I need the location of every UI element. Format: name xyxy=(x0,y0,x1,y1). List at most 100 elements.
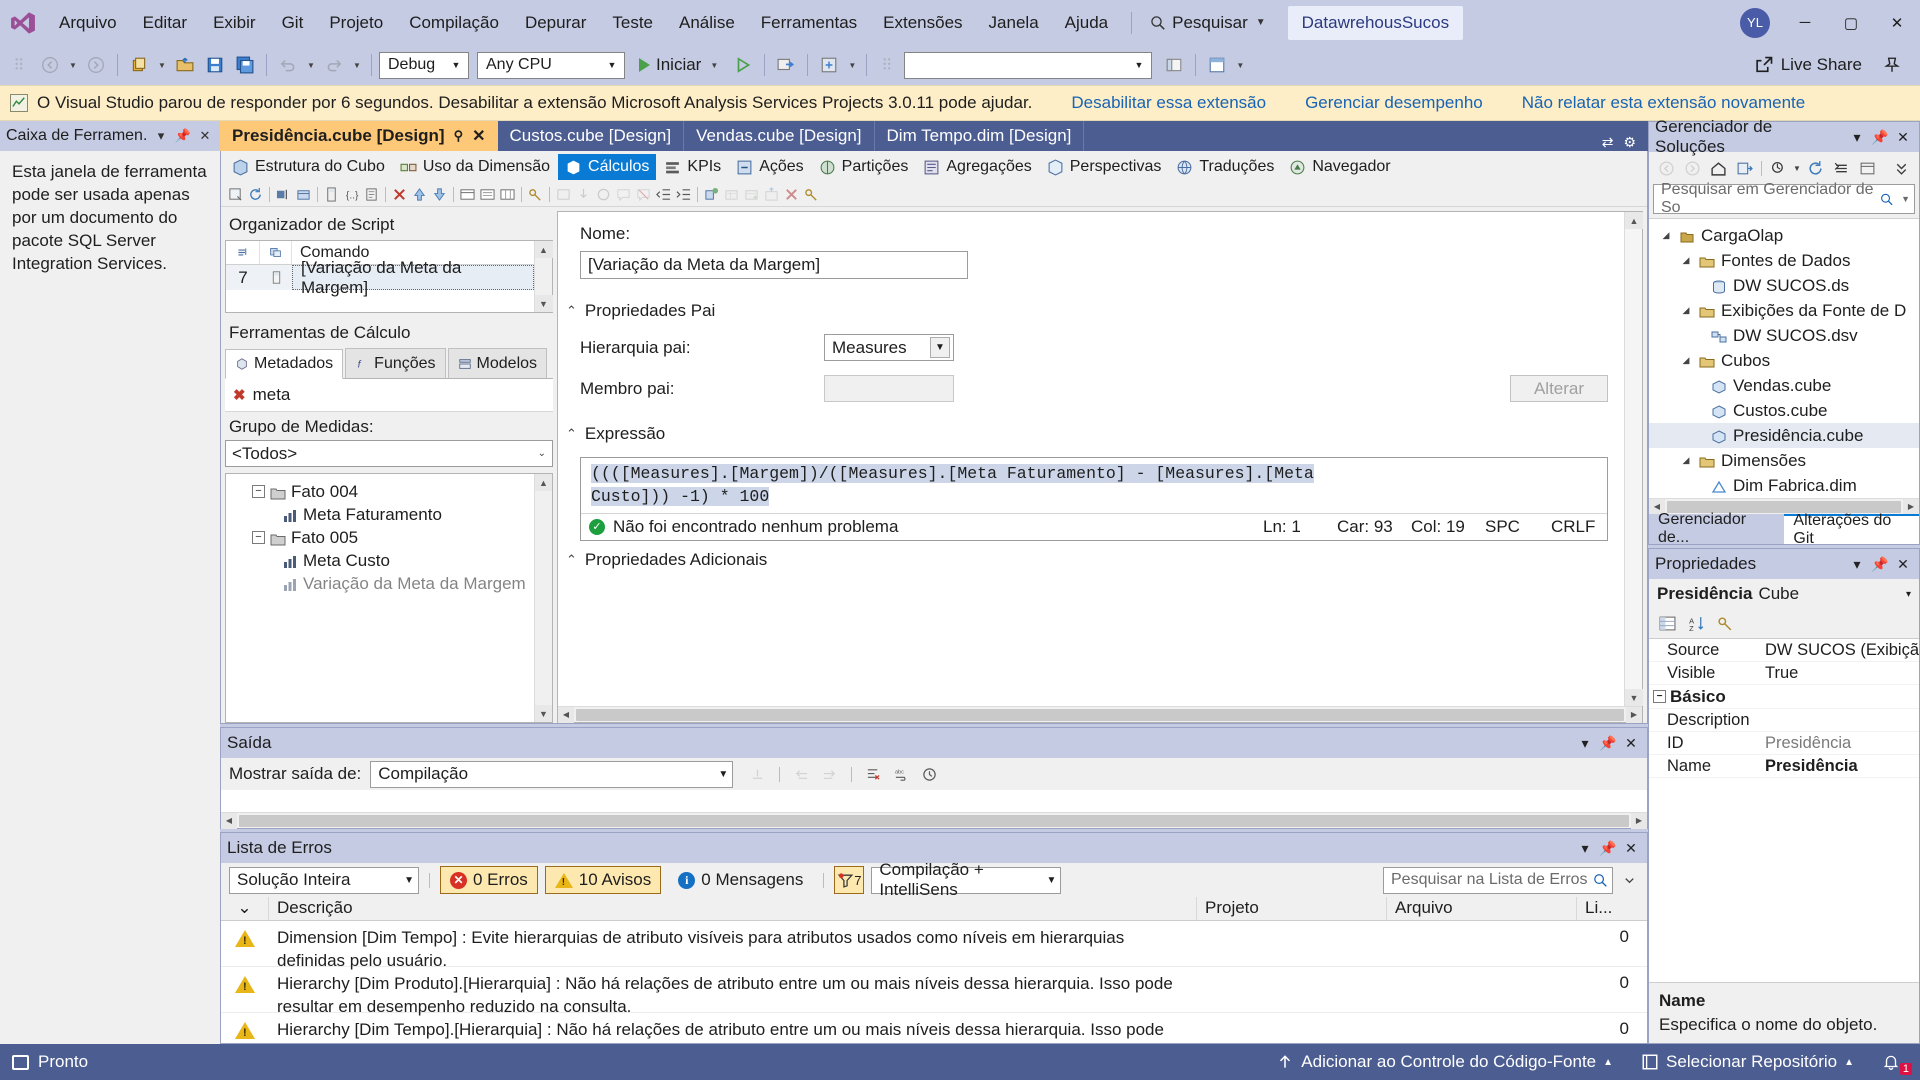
close-icon[interactable]: ✕ xyxy=(1893,556,1913,573)
alphabetical-view-icon[interactable]: AZ xyxy=(1684,612,1709,636)
toolbar-panel-icon[interactable] xyxy=(1160,51,1188,79)
add-to-source-control-button[interactable]: Adicionar ao Controle do Código-Fonte ▲ xyxy=(1262,1044,1627,1080)
tree-node-fato004[interactable]: − Fato 004 xyxy=(234,480,534,503)
increase-indent-icon[interactable] xyxy=(674,185,693,204)
categorized-view-icon[interactable] xyxy=(1655,612,1680,636)
tab-estrutura-do-cubo[interactable]: Estrutura do Cubo xyxy=(225,154,392,180)
pin-icon[interactable]: 📌 xyxy=(1870,129,1890,146)
se-node-dw-sucos-dsv[interactable]: DW SUCOS.dsv xyxy=(1649,323,1919,348)
tab-gerenciador-de-solucoes[interactable]: Gerenciador de... xyxy=(1649,511,1784,546)
tab-agregacoes[interactable]: Agregações xyxy=(916,154,1038,180)
remove-table-icon[interactable] xyxy=(782,185,801,204)
output-source-combo[interactable]: Compilação ▼ xyxy=(370,760,734,788)
misc-dropdown-icon[interactable]: ▼ xyxy=(845,51,859,79)
browse-icon[interactable] xyxy=(594,185,613,204)
undo-dropdown-icon[interactable]: ▼ xyxy=(304,51,318,79)
se-collapse-all-icon[interactable] xyxy=(1829,156,1854,181)
output-hscrollbar[interactable]: ◀ ▶ xyxy=(221,812,1647,829)
close-icon[interactable]: ✕ xyxy=(1621,735,1641,752)
se-properties-icon[interactable] xyxy=(1889,156,1914,181)
se-sync-icon[interactable] xyxy=(1732,156,1757,181)
tree-node-fato005[interactable]: − Fato 005 xyxy=(234,526,534,549)
property-row-name[interactable]: Name Presidência xyxy=(1649,755,1919,778)
se-forward-icon[interactable] xyxy=(1680,156,1705,181)
metadata-item-meta[interactable]: ✖ meta xyxy=(225,379,553,412)
error-row[interactable]: Dimension [Dim Tempo] : Evite hierarquia… xyxy=(221,921,1647,970)
name-input[interactable]: [Variação da Meta da Margem] xyxy=(580,251,968,279)
scroll-track[interactable] xyxy=(1625,229,1642,689)
line-col-header[interactable]: Li... xyxy=(1577,897,1647,920)
properties-key-icon[interactable] xyxy=(802,185,821,204)
pin-icon[interactable]: 📌 xyxy=(1870,556,1890,573)
scroll-thumb[interactable] xyxy=(576,708,1624,721)
select-repository-button[interactable]: Selecionar Repositório ▲ xyxy=(1627,1044,1868,1080)
new-calculated-member-icon[interactable] xyxy=(226,185,245,204)
named-set-icon[interactable]: {..} xyxy=(342,185,361,204)
se-node-dim-fabrica[interactable]: Dim Fabrica.dim xyxy=(1649,473,1919,498)
parent-hierarchy-combo[interactable]: Measures ▼ xyxy=(824,334,954,361)
error-row[interactable]: Hierarchy [Dim Produto].[Hierarquia] : N… xyxy=(221,967,1647,1016)
scroll-right-icon[interactable]: ▶ xyxy=(1626,706,1642,723)
tab-particoes[interactable]: Partições xyxy=(812,154,916,180)
collapse-icon[interactable]: − xyxy=(1653,690,1666,703)
pin-toolbar-icon[interactable] xyxy=(1878,51,1906,79)
history-icon[interactable] xyxy=(920,765,939,784)
close-icon[interactable]: ✕ xyxy=(472,126,485,146)
start-debug-button[interactable]: Iniciar ▼ xyxy=(633,51,727,79)
se-node-dimensoes[interactable]: ◢ Dimensões xyxy=(1649,448,1919,473)
navigate-back-button[interactable] xyxy=(36,51,64,79)
menu-teste[interactable]: Teste xyxy=(599,0,666,45)
layout-dropdown-icon[interactable]: ▼ xyxy=(1233,51,1247,79)
se-node-fontes-de-dados[interactable]: ◢ Fontes de Dados xyxy=(1649,248,1919,273)
tab-perspectivas[interactable]: Perspectivas xyxy=(1040,154,1169,180)
tab-traducoes[interactable]: Traduções xyxy=(1169,154,1281,180)
chevron-down-icon[interactable]: ▾ xyxy=(152,128,170,144)
menu-projeto[interactable]: Projeto xyxy=(316,0,396,45)
script-organizer-scrollbar[interactable]: ▲ ▼ xyxy=(534,241,553,312)
pin-icon[interactable]: 📌 xyxy=(1598,735,1618,752)
se-node-dw-sucos-ds[interactable]: DW SUCOS.ds xyxy=(1649,273,1919,298)
menu-compilacao[interactable]: Compilação xyxy=(396,0,512,45)
chevron-down-icon[interactable]: ▾ xyxy=(1847,556,1867,573)
tree-node-meta-faturamento[interactable]: Meta Faturamento xyxy=(234,503,534,526)
tab-alteracoes-do-git[interactable]: Alterações do Git xyxy=(1784,512,1919,547)
output-text-area[interactable]: ◀ ▶ xyxy=(221,790,1647,829)
severity-col-header[interactable]: ⌄ xyxy=(221,897,269,920)
error-search-input[interactable]: Pesquisar na Lista de Erros xyxy=(1383,866,1613,894)
scroll-right-icon[interactable]: ▶ xyxy=(1631,812,1647,829)
expression-section[interactable]: ⌃ Expressão xyxy=(566,424,1608,444)
scroll-up-icon[interactable]: ▲ xyxy=(534,241,553,258)
menu-extensoes[interactable]: Extensões xyxy=(870,0,975,45)
se-node-presidencia-cube[interactable]: Presidência.cube xyxy=(1649,423,1919,448)
se-back-icon[interactable] xyxy=(1654,156,1679,181)
tab-kpis[interactable]: KPIs xyxy=(657,154,728,180)
navigate-forward-button[interactable] xyxy=(82,51,110,79)
tree-node-variacao-meta-margem[interactable]: Variação da Meta da Margem xyxy=(234,572,534,595)
description-col-header[interactable]: Descrição xyxy=(269,897,1197,920)
calculator-icon[interactable] xyxy=(322,185,341,204)
se-filter-dropdown-icon[interactable]: ▼ xyxy=(1792,154,1802,182)
chevron-down-icon[interactable]: ▾ xyxy=(1575,840,1595,857)
tab-funcoes[interactable]: f Funções xyxy=(345,348,446,378)
expand-arrow-icon[interactable]: ◢ xyxy=(1679,305,1693,316)
menu-editar[interactable]: Editar xyxy=(130,0,200,45)
scroll-thumb[interactable] xyxy=(239,814,1629,827)
se-node-vendas-cube[interactable]: Vendas.cube xyxy=(1649,373,1919,398)
expand-arrow-icon[interactable]: ◢ xyxy=(1679,255,1693,266)
expand-arrow-icon[interactable]: ◢ xyxy=(1659,230,1673,241)
expression-editor[interactable]: ((([Measures].[Margem])/([Measures].[Met… xyxy=(581,458,1607,513)
process-icon[interactable] xyxy=(554,185,573,204)
delete-icon[interactable] xyxy=(390,185,409,204)
file-col-header[interactable]: Arquivo xyxy=(1387,897,1577,920)
property-category-basico[interactable]: − Básico xyxy=(1649,685,1919,709)
scroll-up-icon[interactable]: ▲ xyxy=(534,474,552,491)
uncomment-icon[interactable] xyxy=(634,185,653,204)
form-view-icon[interactable] xyxy=(458,185,477,204)
close-icon[interactable]: ✕ xyxy=(1893,129,1913,146)
collapse-icon[interactable]: − xyxy=(252,485,265,498)
chevron-down-icon[interactable]: ▼ xyxy=(1901,194,1910,204)
pin-icon[interactable]: 📌 xyxy=(174,128,192,144)
se-node-custos-cube[interactable]: Custos.cube xyxy=(1649,398,1919,423)
metadata-tree-scrollbar[interactable]: ▲ ▼ xyxy=(534,474,552,722)
platform-combo[interactable]: Any CPU ▼ xyxy=(477,51,625,79)
